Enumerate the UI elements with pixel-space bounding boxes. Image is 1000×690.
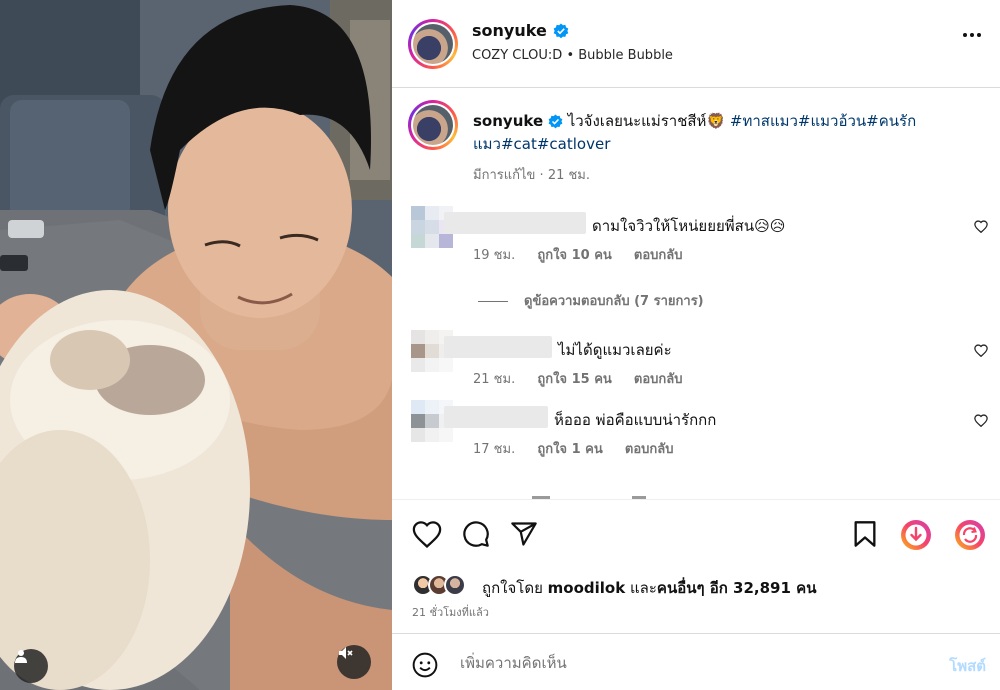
caption-body: ไวจังเลยนะแม่ราชสีห์🦁 (567, 112, 726, 130)
comment-input[interactable] (460, 648, 910, 678)
commenter-name-blurred[interactable] (444, 406, 548, 428)
comment-likes[interactable]: ถูกใจ 10 คน (537, 248, 611, 263)
caption-username[interactable]: sonyuke (473, 112, 543, 130)
comment-item: ห็อออ พ่อคือแบบน่ารักกก 17 ชม. ถูกใจ 1 ค… (392, 400, 1000, 480)
comment-item: ดามใจวิวให้โหน่ยยยพี่สน😥😥 19 ชม. ถูกใจ 1… (392, 206, 1000, 286)
user-tag-icon (15, 650, 27, 663)
add-comment-bar: โพสต์ (392, 633, 1000, 690)
post-video-frame (0, 0, 392, 690)
caption-meta: มีการแก้ไข · 21 ชม. (473, 168, 591, 183)
post-media[interactable] (0, 0, 392, 690)
comment-text: ห็อออ พ่อคือแบบน่ารักกก (554, 411, 717, 429)
comment-reply-button[interactable]: ตอบกลับ (634, 248, 683, 263)
view-replies-button[interactable]: ดูข้อความตอบกลับ (7 รายการ) (478, 290, 704, 311)
post-side-panel: sonyuke COZY CLOU:D • Bubble Bubble sony… (392, 0, 1000, 690)
likes-others[interactable]: คนอื่นๆ อีก 32,891 คน (657, 579, 817, 597)
audio-separator: • (566, 48, 575, 63)
download-icon[interactable] (899, 518, 933, 552)
comment-time: 17 ชม. (473, 442, 516, 457)
commenter-name-blurred[interactable] (444, 212, 586, 234)
comment-like-icon[interactable] (974, 414, 988, 427)
comment-like-icon[interactable] (974, 344, 988, 357)
view-replies-label: ดูข้อความตอบกลับ (7 รายการ) (524, 294, 704, 309)
comment-time: 19 ชม. (473, 248, 516, 263)
share-icon[interactable] (510, 520, 538, 548)
comment-time: 21 ชม. (473, 372, 516, 387)
comment-like-icon[interactable] (974, 220, 988, 233)
post-time-ago[interactable]: 21 ชั่วโมงที่แล้ว (412, 603, 489, 621)
comment-text: ดามใจวิวให้โหน่ยยยพี่สน😥😥 (592, 217, 786, 235)
comment-reply-button[interactable]: ตอบกลับ (634, 372, 683, 387)
audio-song: Bubble Bubble (578, 48, 673, 63)
caption-text: sonyuke ไวจังเลยนะแม่ราชสีห์🦁 #ทาสแมว#แม… (473, 110, 953, 156)
likes-user[interactable]: moodilok (548, 579, 626, 597)
comment-likes[interactable]: ถูกใจ 15 คน (537, 372, 611, 387)
bookmark-icon[interactable] (853, 520, 877, 548)
comment-text: ไม่ได้ดูแมวเลยค่ะ (558, 341, 672, 359)
comment-meta: 19 ชม. ถูกใจ 10 คน ตอบกลับ (473, 244, 701, 265)
post-header: sonyuke COZY CLOU:D • Bubble Bubble (392, 0, 1000, 88)
comment-meta: 21 ชม. ถูกใจ 15 คน ตอบกลับ (473, 368, 701, 389)
emoji-icon[interactable] (412, 652, 438, 678)
caption-avatar[interactable] (408, 100, 458, 150)
audio-artist: COZY CLOU:D (472, 48, 563, 63)
comment-reply-button[interactable]: ตอบกลับ (625, 442, 674, 457)
mute-icon (339, 647, 353, 659)
comment-meta: 17 ชม. ถูกใจ 1 คน ตอบกลับ (473, 438, 691, 459)
comment-item: ไม่ได้ดูแมวเลยค่ะ 21 ชม. ถูกใจ 15 คน ตอบ… (392, 330, 1000, 410)
likes-text: ถูกใจโดย moodilok และคนอื่นๆ อีก 32,891 … (482, 576, 816, 600)
verified-badge-icon (553, 23, 569, 39)
verified-badge-icon (548, 114, 563, 129)
audio-info[interactable]: COZY CLOU:D • Bubble Bubble (472, 48, 673, 63)
action-bar (392, 500, 1000, 570)
caption-time: 21 ชม. (547, 168, 591, 183)
post-comment-button[interactable]: โพสต์ (949, 654, 986, 678)
author-avatar[interactable] (408, 19, 458, 69)
comment-icon[interactable] (462, 520, 490, 548)
tagged-users-button[interactable] (14, 649, 48, 683)
author-username[interactable]: sonyuke (472, 21, 547, 40)
commenter-name-blurred[interactable] (444, 336, 552, 358)
comments-list[interactable]: sonyuke ไวจังเลยนะแม่ราชสีห์🦁 #ทาสแมว#แม… (392, 88, 1000, 500)
likes-prefix: ถูกใจโดย (482, 579, 543, 597)
more-options-icon[interactable] (962, 32, 982, 38)
likes-middle: และ (629, 579, 657, 597)
heart-icon[interactable] (412, 520, 442, 548)
mute-button[interactable] (337, 645, 371, 679)
reshare-icon[interactable] (953, 518, 987, 552)
comment-likes[interactable]: ถูกใจ 1 คน (537, 442, 602, 457)
caption-edited: มีการแก้ไข (473, 168, 536, 183)
next-comment-cutoff (532, 496, 646, 499)
